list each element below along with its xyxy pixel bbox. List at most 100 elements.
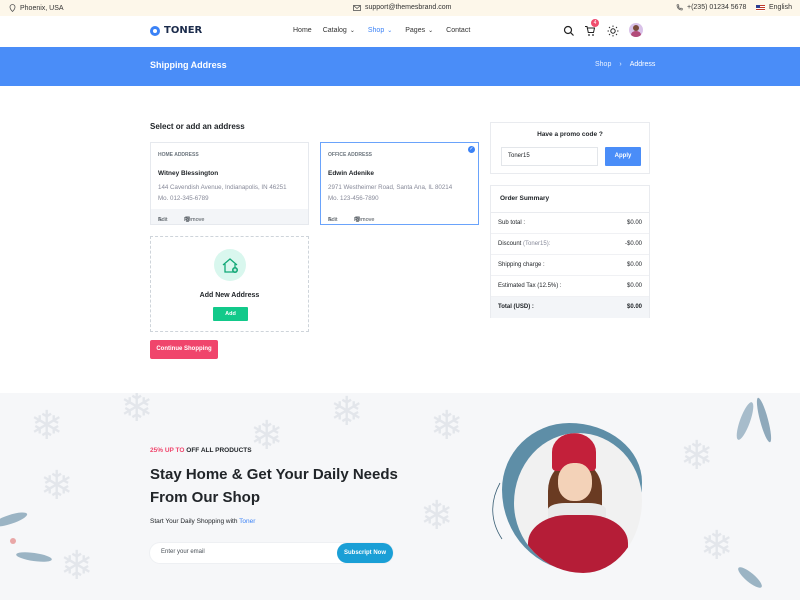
nav-item-contact[interactable]: Contact	[446, 27, 470, 34]
snowflake-icon: ❄	[30, 403, 64, 449]
row-value: $0.00	[626, 262, 642, 268]
address-type: OFFICE ADDRESS	[328, 152, 372, 158]
address-type: HOME ADDRESS	[158, 152, 199, 158]
row-value: $0.00	[626, 283, 642, 289]
email-text[interactable]: support@themesbrand.com	[365, 4, 451, 11]
sun-icon[interactable]	[607, 25, 619, 37]
promo-subtext: Start Your Daily Shopping with Toner	[150, 518, 255, 525]
cart-count-badge: 4	[591, 19, 599, 27]
snowflake-icon: ❄	[250, 413, 284, 459]
newsletter-form: Enter your email Subscript Now	[150, 543, 393, 563]
snowflake-icon: ❄	[680, 433, 714, 479]
mail-icon	[353, 4, 361, 11]
snowflake-icon: ❄	[420, 493, 454, 539]
snowflake-icon: ❄	[40, 463, 74, 509]
nav-item-home[interactable]: Home	[293, 27, 312, 34]
chevron-down-icon: ⌄	[387, 28, 393, 34]
row-label: Sub total :	[498, 220, 526, 226]
chevron-right-icon: ›	[619, 61, 622, 68]
breadcrumb: Shop › Address	[595, 61, 655, 68]
remove-label: Remove	[354, 217, 375, 223]
phone-info[interactable]: +(235) 01234 5678	[676, 4, 746, 11]
avatar[interactable]	[629, 23, 643, 37]
row-value: $0.00	[626, 220, 642, 226]
main-navbar: TONER Home Catalog ⌄ Shop ⌄ Pages ⌄ Contact	[0, 16, 800, 47]
leaf-decoration	[0, 509, 29, 530]
promo-headline: Stay Home & Get Your Daily Needs From Ou…	[150, 466, 398, 506]
nav-item-catalog-label: Catalog	[322, 27, 347, 34]
search-icon[interactable]	[563, 25, 575, 37]
summary-row-subtotal: Sub total : $0.00	[491, 213, 649, 234]
snowflake-icon: ❄	[700, 523, 734, 569]
nav-item-catalog[interactable]: Catalog ⌄	[323, 27, 355, 34]
leaf-decoration	[733, 400, 757, 442]
promo-code-input[interactable]: Toner15	[501, 147, 598, 166]
breadcrumb-current: Address	[629, 61, 656, 68]
brand-name: TONER	[164, 25, 203, 36]
nav-item-shop-label: Shop	[367, 27, 385, 34]
row-label: Estimated Tax (12.5%) :	[498, 283, 562, 289]
promo-tag-rest: OFF ALL PRODUCTS	[184, 447, 252, 454]
newsletter-section: ❄ ❄ ❄ ❄ ❄ ❄ ❄ ❄ ❄ ❄ 25% UP TO OFF ALL PR…	[0, 393, 800, 600]
row-label-text: Discount	[498, 241, 524, 247]
breadcrumb-shop[interactable]: Shop	[595, 61, 611, 68]
us-flag-icon	[756, 4, 765, 11]
snowflake-icon: ❄	[330, 393, 364, 435]
promo-tag: 25% UP TO OFF ALL PRODUCTS	[150, 447, 252, 454]
language-selector[interactable]: English	[756, 4, 792, 11]
nav-item-pages[interactable]: Pages ⌄	[405, 27, 433, 34]
selected-check-icon: ✓	[468, 146, 475, 153]
email-input[interactable]: Enter your email	[161, 549, 205, 555]
address-line: 144 Cavendish Avenue, Indianapolis, IN 4…	[158, 184, 287, 191]
nav-item-shop[interactable]: Shop ⌄	[368, 27, 392, 34]
berry-decoration	[10, 538, 16, 544]
summary-row-total: Total (USD) : $0.00	[491, 297, 649, 318]
address-phone: Mo. 012-345-6789	[158, 195, 209, 202]
nav-menu: Home Catalog ⌄ Shop ⌄ Pages ⌄ Contact	[293, 27, 470, 34]
address-actions: ✎ Edit 🗑 Remove	[321, 209, 478, 224]
address-actions: ✎ Edit 🗑 Remove	[151, 209, 308, 224]
location-text: Phoenix, USA	[20, 4, 64, 12]
row-value: $0.00	[626, 304, 642, 310]
chevron-down-icon: ⌄	[428, 28, 434, 34]
address-card-office[interactable]: ✓ OFFICE ADDRESS Edwin Adenike 2971 West…	[320, 142, 479, 225]
address-section-title: Select or add an address	[150, 122, 245, 131]
promo-subtext-brand[interactable]: Toner	[239, 518, 255, 525]
curve-line-decoration	[492, 482, 503, 540]
subscribe-button[interactable]: Subscript Now	[337, 543, 393, 563]
page-banner: Shipping Address Shop › Address	[0, 47, 800, 86]
brand-logo[interactable]: TONER	[150, 25, 202, 36]
address-phone: Mo. 123-456-7890	[328, 195, 379, 202]
row-label: Discount (Toner15):	[498, 241, 550, 247]
summary-row-tax: Estimated Tax (12.5%) : $0.00	[491, 276, 649, 297]
promo-code-title: Have a promo code ?	[537, 131, 603, 138]
email-info[interactable]: support@themesbrand.com	[353, 4, 451, 11]
logo-icon	[150, 25, 160, 36]
chevron-down-icon: ⌄	[349, 28, 355, 34]
leaf-decoration	[754, 396, 774, 444]
remove-label: Remove	[184, 217, 205, 223]
summary-row-shipping: Shipping charge : $0.00	[491, 255, 649, 276]
apply-button[interactable]: Apply	[605, 147, 641, 166]
snowflake-icon: ❄	[120, 393, 154, 431]
order-summary-card: Order Summary Sub total : $0.00 Discount…	[490, 185, 650, 318]
promo-tag-highlight: 25% UP TO	[150, 447, 185, 454]
promo-subtext-prefix: Start Your Daily Shopping with	[150, 518, 240, 525]
add-new-address-label: Add New Address	[199, 292, 260, 299]
edit-label: Edit	[158, 217, 168, 223]
address-card-home[interactable]: HOME ADDRESS Witney Blessington 144 Cave…	[150, 142, 309, 225]
language-label[interactable]: English	[769, 4, 792, 11]
page-title: Shipping Address	[150, 60, 227, 70]
continue-shopping-button[interactable]: Continue Shopping	[150, 340, 218, 359]
row-label: Shipping charge :	[498, 262, 545, 268]
add-address-button[interactable]: Add	[213, 307, 248, 321]
edit-label: Edit	[328, 217, 338, 223]
map-pin-icon	[9, 4, 16, 12]
address-line: 2971 Westheimer Road, Santa Ana, IL 8021…	[328, 184, 453, 191]
phone-text[interactable]: +(235) 01234 5678	[687, 4, 746, 11]
winter-girl-image	[514, 433, 642, 573]
address-name: Edwin Adenike	[328, 170, 374, 177]
order-summary-title: Order Summary	[500, 195, 550, 202]
leaf-decoration	[735, 564, 765, 591]
phone-icon	[676, 4, 683, 11]
